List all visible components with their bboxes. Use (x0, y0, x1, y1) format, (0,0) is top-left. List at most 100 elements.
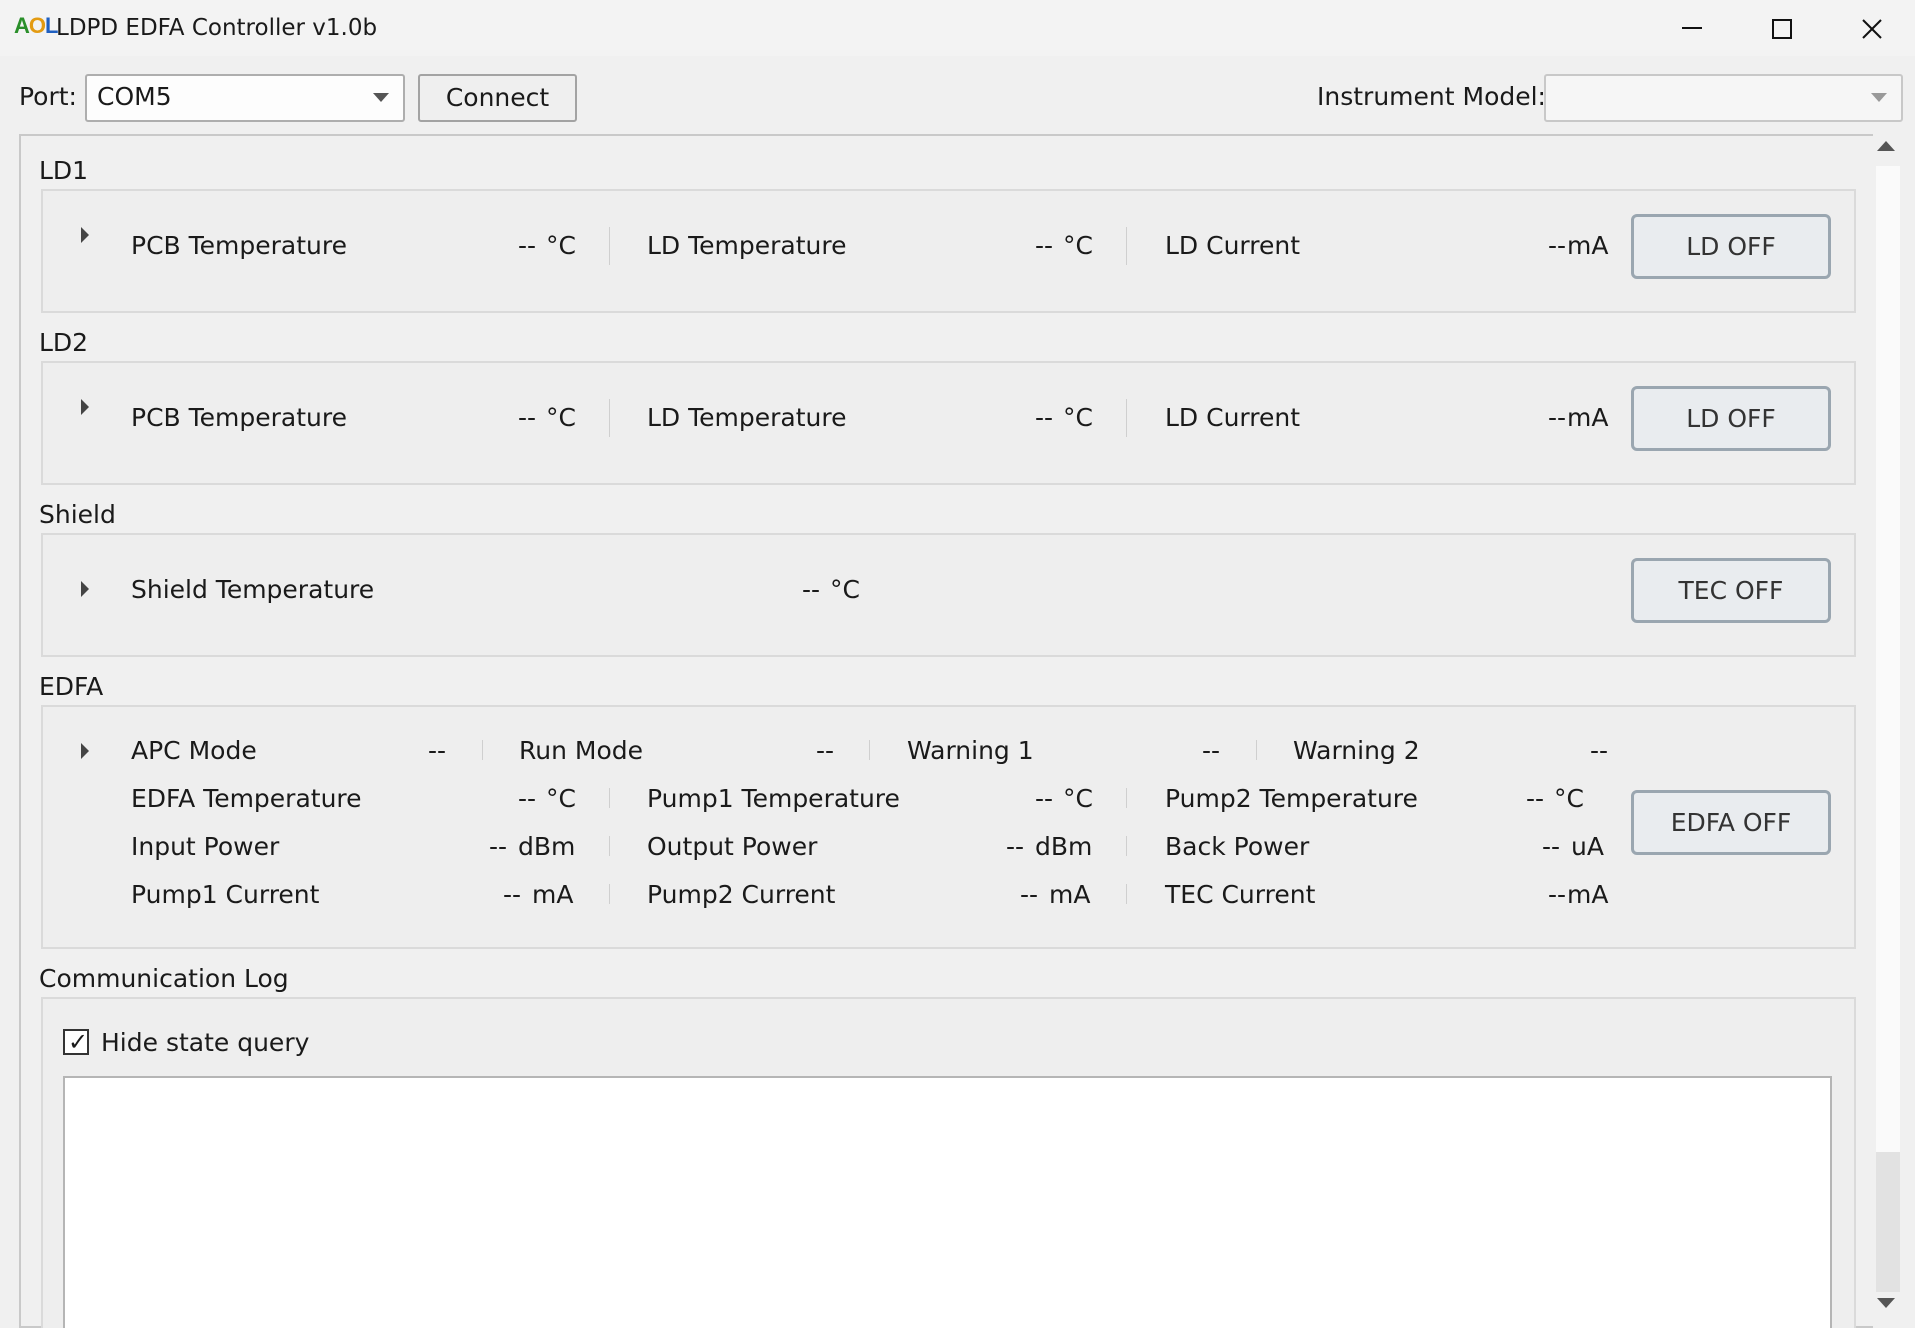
ld2-ld-current-unit: mA (1567, 403, 1609, 432)
ld1-toggle-button[interactable]: LD OFF (1631, 214, 1831, 279)
tec-current-label: TEC Current (1165, 880, 1316, 909)
pump2-temp-label: Pump2 Temperature (1165, 784, 1418, 813)
tec-current-unit: mA (1567, 880, 1609, 909)
divider (609, 227, 610, 265)
divider (609, 836, 610, 856)
instrument-model-select[interactable] (1544, 74, 1903, 122)
divider (609, 884, 610, 904)
edfa-toggle-button[interactable]: EDFA OFF (1631, 790, 1831, 855)
edfa-temp-label: EDFA Temperature (131, 784, 362, 813)
shield-temp-unit: °C (830, 575, 860, 604)
scroll-track[interactable] (1876, 166, 1900, 1291)
connect-button[interactable]: Connect (418, 74, 577, 122)
log-textarea[interactable] (63, 1076, 1832, 1328)
minimize-icon (1682, 27, 1702, 29)
divider (1126, 227, 1127, 265)
warning1-value: -- (1201, 736, 1220, 765)
warning2-label: Warning 2 (1293, 736, 1420, 765)
ld1-ld-temp-label: LD Temperature (647, 231, 847, 260)
ld1-title: LD1 (39, 156, 89, 185)
pump1-current-label: Pump1 Current (131, 880, 320, 909)
tec-current-value: -- (1547, 880, 1566, 909)
scroll-up-icon[interactable] (1877, 141, 1895, 151)
ld2-title: LD2 (39, 328, 89, 357)
output-power-label: Output Power (647, 832, 818, 861)
scroll-thumb[interactable] (1876, 1152, 1900, 1292)
expand-caret-icon[interactable] (81, 227, 89, 243)
divider (869, 740, 870, 760)
port-select[interactable]: COM5 (85, 74, 405, 122)
ld2-ld-current-value: -- (1547, 403, 1566, 432)
pump1-current-value: -- (502, 880, 521, 909)
checkmark-icon: ✓ (68, 1028, 89, 1056)
ld2-pcb-temp-label: PCB Temperature (131, 403, 347, 432)
ld1-ld-current-label: LD Current (1165, 231, 1301, 260)
expand-caret-icon[interactable] (81, 399, 89, 415)
back-power-label: Back Power (1165, 832, 1310, 861)
edfa-temp-unit: °C (546, 784, 576, 813)
pump2-temp-unit: °C (1554, 784, 1584, 813)
ld1-ld-temp-value: -- (1034, 231, 1053, 260)
expand-caret-icon[interactable] (81, 581, 89, 597)
ld2-ld-temp-value: -- (1034, 403, 1053, 432)
ld2-pcb-temp-unit: °C (546, 403, 576, 432)
divider (1126, 788, 1127, 808)
run-mode-value: -- (815, 736, 834, 765)
hide-state-query-label: Hide state query (101, 1028, 310, 1057)
back-power-value: -- (1541, 832, 1560, 861)
pump2-current-label: Pump2 Current (647, 880, 836, 909)
hide-state-query-checkbox[interactable]: ✓ (63, 1028, 89, 1056)
ld1-ld-current-value: -- (1547, 231, 1566, 260)
warning2-value: -- (1589, 736, 1608, 765)
pump1-temp-label: Pump1 Temperature (647, 784, 900, 813)
ld1-ld-current-unit: mA (1567, 231, 1609, 260)
pump2-current-value: -- (1019, 880, 1038, 909)
divider (482, 740, 483, 760)
log-title: Communication Log (39, 964, 289, 993)
maximize-button[interactable] (1736, 0, 1826, 56)
divider (609, 399, 610, 437)
edfa-title: EDFA (39, 672, 104, 701)
run-mode-label: Run Mode (519, 736, 643, 765)
window-title: LDPD EDFA Controller v1.0b (56, 15, 378, 41)
ld1-pcb-temp-label: PCB Temperature (131, 231, 347, 260)
shield-title: Shield (39, 500, 116, 529)
ld2-ld-temp-label: LD Temperature (647, 403, 847, 432)
divider (1126, 884, 1127, 904)
pump1-temp-unit: °C (1063, 784, 1093, 813)
pump1-current-unit: mA (532, 880, 574, 909)
input-power-label: Input Power (131, 832, 280, 861)
divider (1126, 399, 1127, 437)
chevron-down-icon (1871, 93, 1887, 102)
expand-caret-icon[interactable] (81, 743, 89, 759)
pump2-temp-value: -- (1525, 784, 1544, 813)
maximize-icon (1772, 19, 1792, 39)
ld2-ld-current-label: LD Current (1165, 403, 1301, 432)
close-button[interactable] (1826, 0, 1915, 56)
instrument-model-label: Instrument Model: (1317, 82, 1546, 111)
shield-temp-value: -- (801, 575, 820, 604)
scroll-down-icon[interactable] (1877, 1298, 1895, 1308)
input-power-value: -- (488, 832, 507, 861)
close-icon (1862, 19, 1882, 39)
ld1-pcb-temp-value: -- (517, 231, 536, 260)
minimize-button[interactable] (1646, 0, 1736, 56)
ld2-toggle-button[interactable]: LD OFF (1631, 386, 1831, 451)
tec-toggle-button[interactable]: TEC OFF (1631, 558, 1831, 623)
app-logo: AOL (14, 13, 59, 38)
ld1-ld-temp-unit: °C (1063, 231, 1093, 260)
apc-mode-value: -- (427, 736, 446, 765)
port-label: Port: (19, 82, 77, 111)
divider (1126, 836, 1127, 856)
input-power-unit: dBm (518, 832, 576, 861)
output-power-value: -- (1005, 832, 1024, 861)
warning1-label: Warning 1 (907, 736, 1034, 765)
ld2-ld-temp-unit: °C (1063, 403, 1093, 432)
apc-mode-label: APC Mode (131, 736, 257, 765)
shield-temp-label: Shield Temperature (131, 575, 375, 604)
ld2-pcb-temp-value: -- (517, 403, 536, 432)
port-value: COM5 (97, 82, 172, 111)
ld1-pcb-temp-unit: °C (546, 231, 576, 260)
pump2-current-unit: mA (1049, 880, 1091, 909)
back-power-unit: uA (1571, 832, 1604, 861)
